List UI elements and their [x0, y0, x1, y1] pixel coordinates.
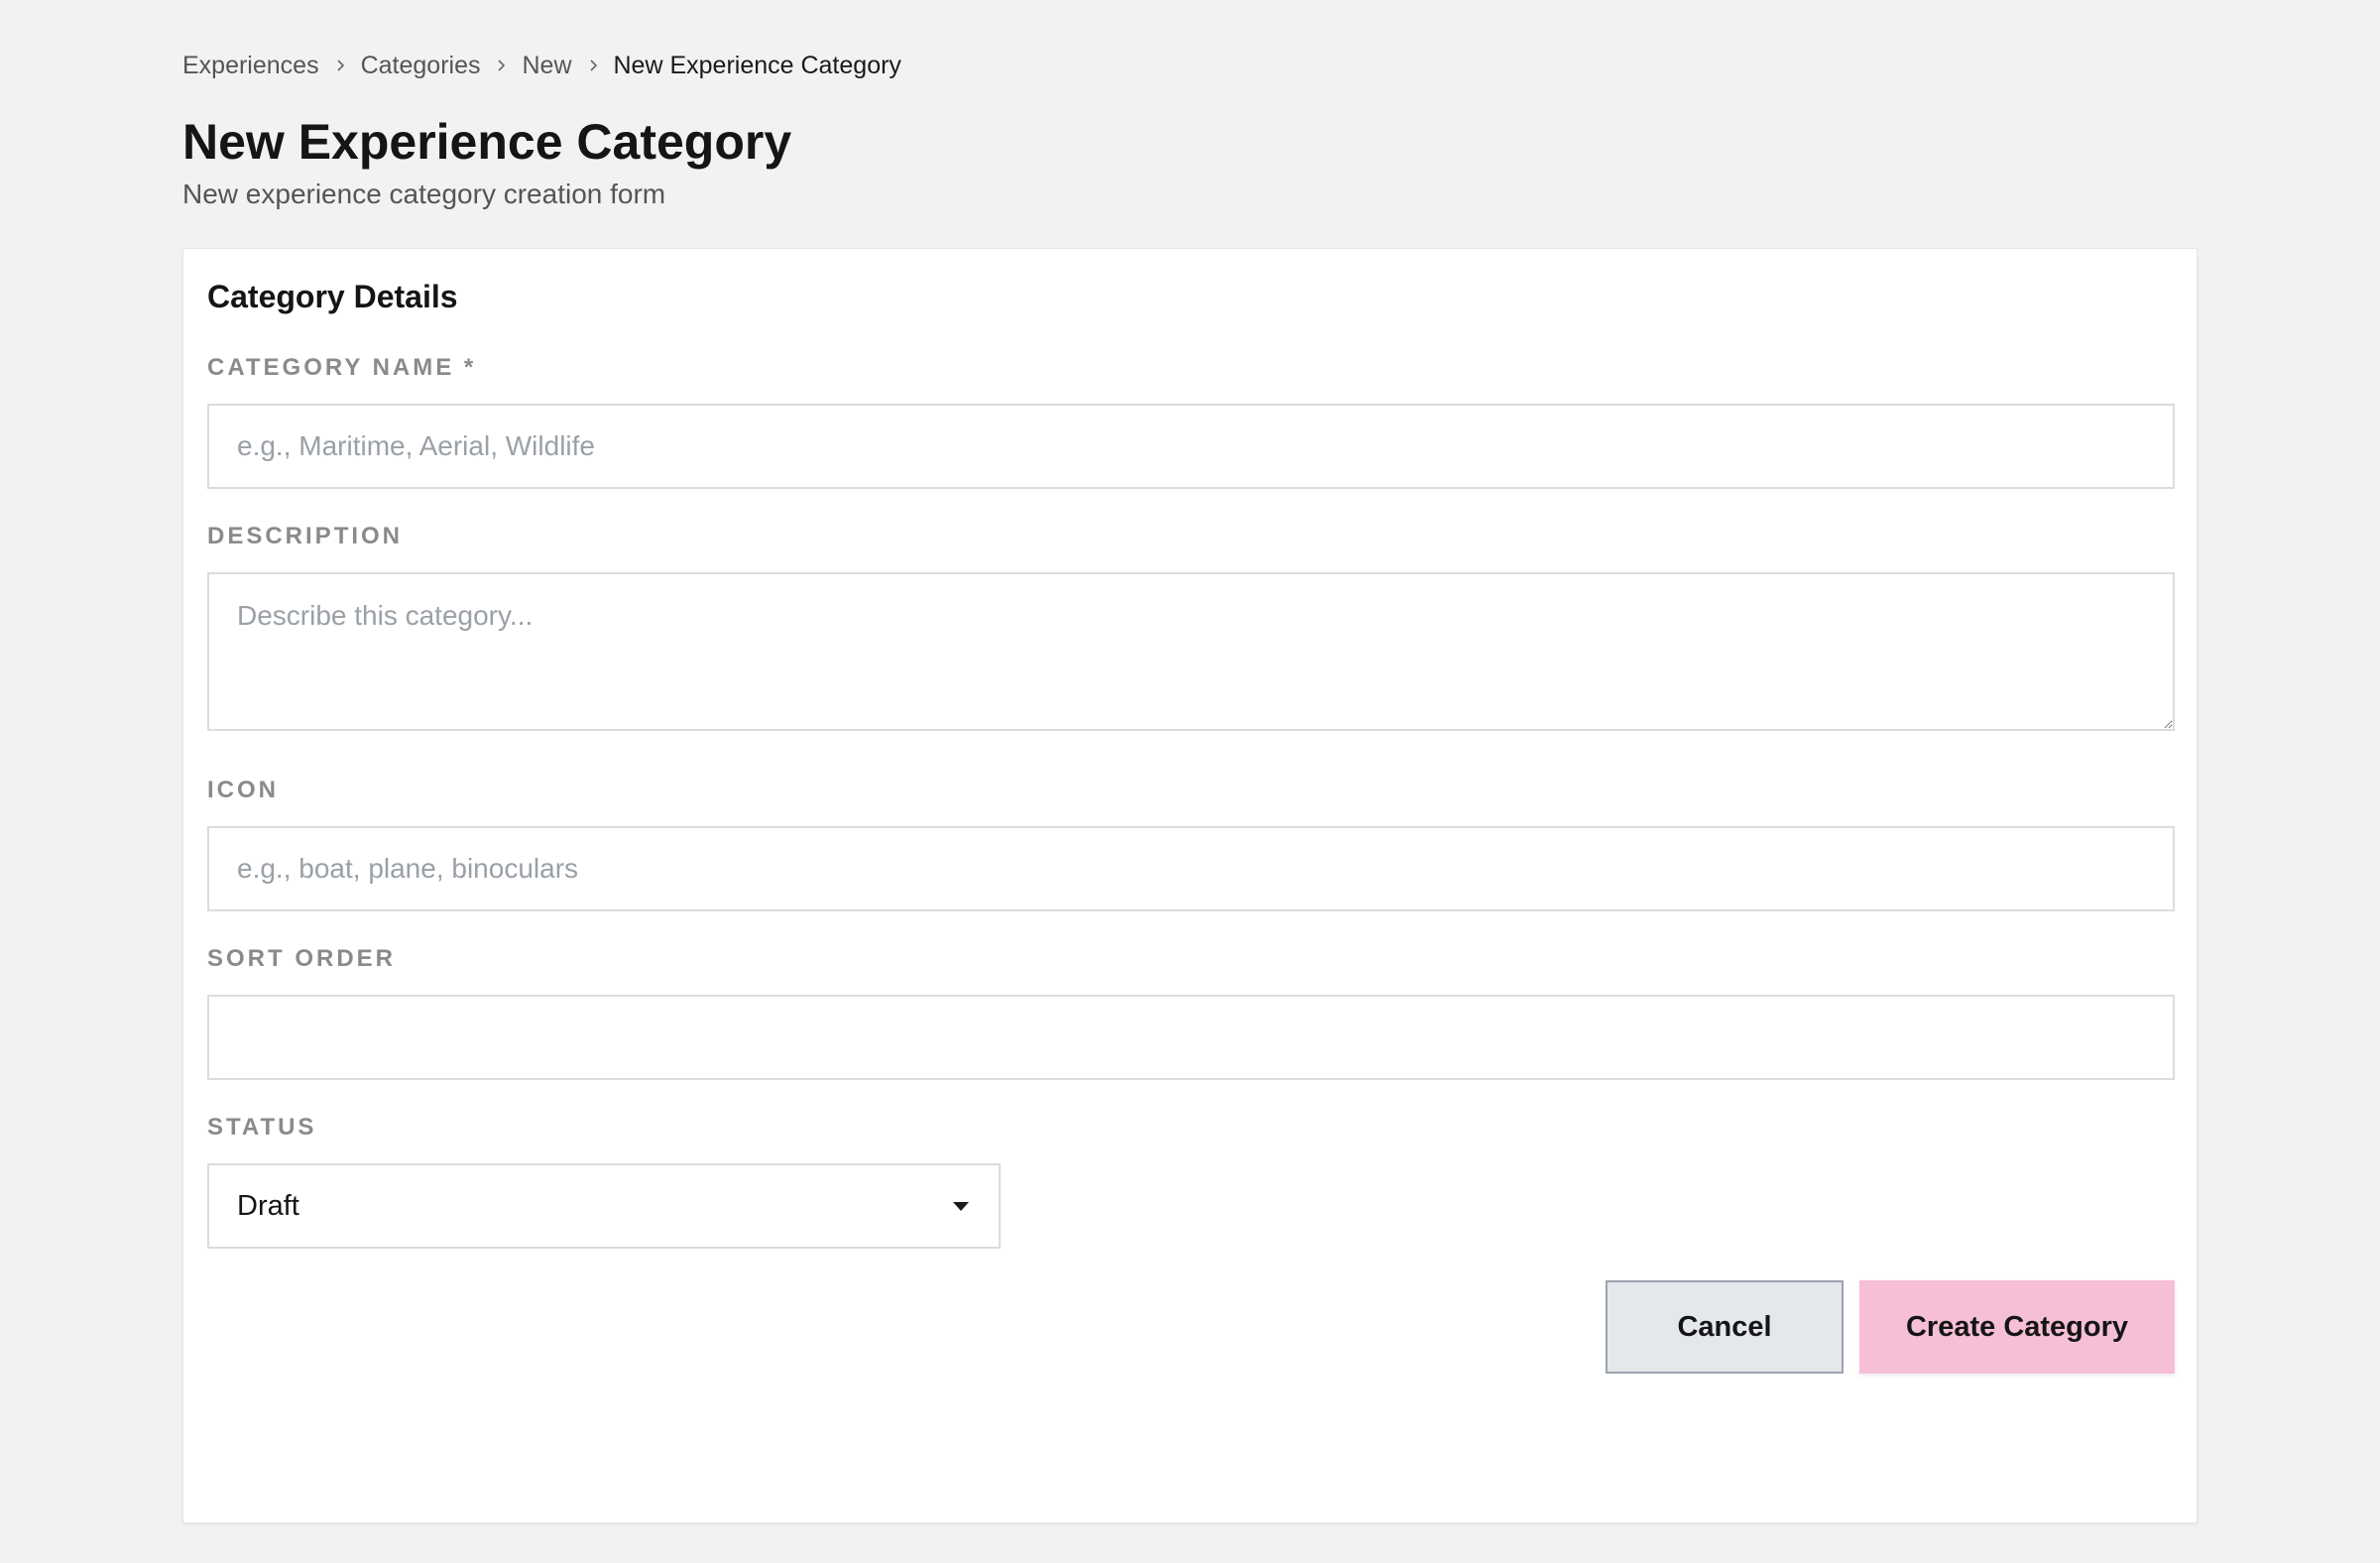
category-name-label: CATEGORY NAME *	[207, 354, 477, 381]
status-select[interactable]: Draft	[207, 1163, 1001, 1249]
sort-order-label: SORT ORDER	[207, 945, 397, 972]
sort-order-input[interactable]	[207, 995, 2175, 1080]
breadcrumb-new[interactable]: New	[522, 52, 571, 80]
chevron-right-icon	[572, 50, 614, 81]
cancel-button[interactable]: Cancel	[1606, 1280, 1844, 1374]
section-title: Category Details	[207, 279, 458, 314]
page-title: New Experience Category	[182, 114, 792, 170]
chevron-right-icon	[319, 50, 361, 81]
create-category-button[interactable]: Create Category	[1859, 1280, 2175, 1374]
status-selected-value: Draft	[237, 1189, 299, 1222]
page: Experiences Categories New New Experienc…	[0, 0, 2380, 81]
breadcrumb-experiences[interactable]: Experiences	[182, 52, 319, 80]
status-label: STATUS	[207, 1114, 317, 1141]
category-details-card: Category Details CATEGORY NAME * DESCRIP…	[182, 248, 2198, 1523]
caret-down-icon	[953, 1201, 969, 1211]
breadcrumb-categories[interactable]: Categories	[361, 52, 481, 80]
page-subtitle: New experience category creation form	[182, 179, 666, 209]
icon-input[interactable]	[207, 826, 2175, 911]
icon-label: ICON	[207, 777, 279, 803]
category-name-input[interactable]	[207, 404, 2175, 489]
description-label: DESCRIPTION	[207, 523, 404, 549]
breadcrumb: Experiences Categories New New Experienc…	[182, 50, 2198, 81]
breadcrumb-current: New Experience Category	[613, 51, 901, 79]
description-textarea[interactable]	[207, 572, 2175, 731]
chevron-right-icon	[480, 50, 522, 81]
